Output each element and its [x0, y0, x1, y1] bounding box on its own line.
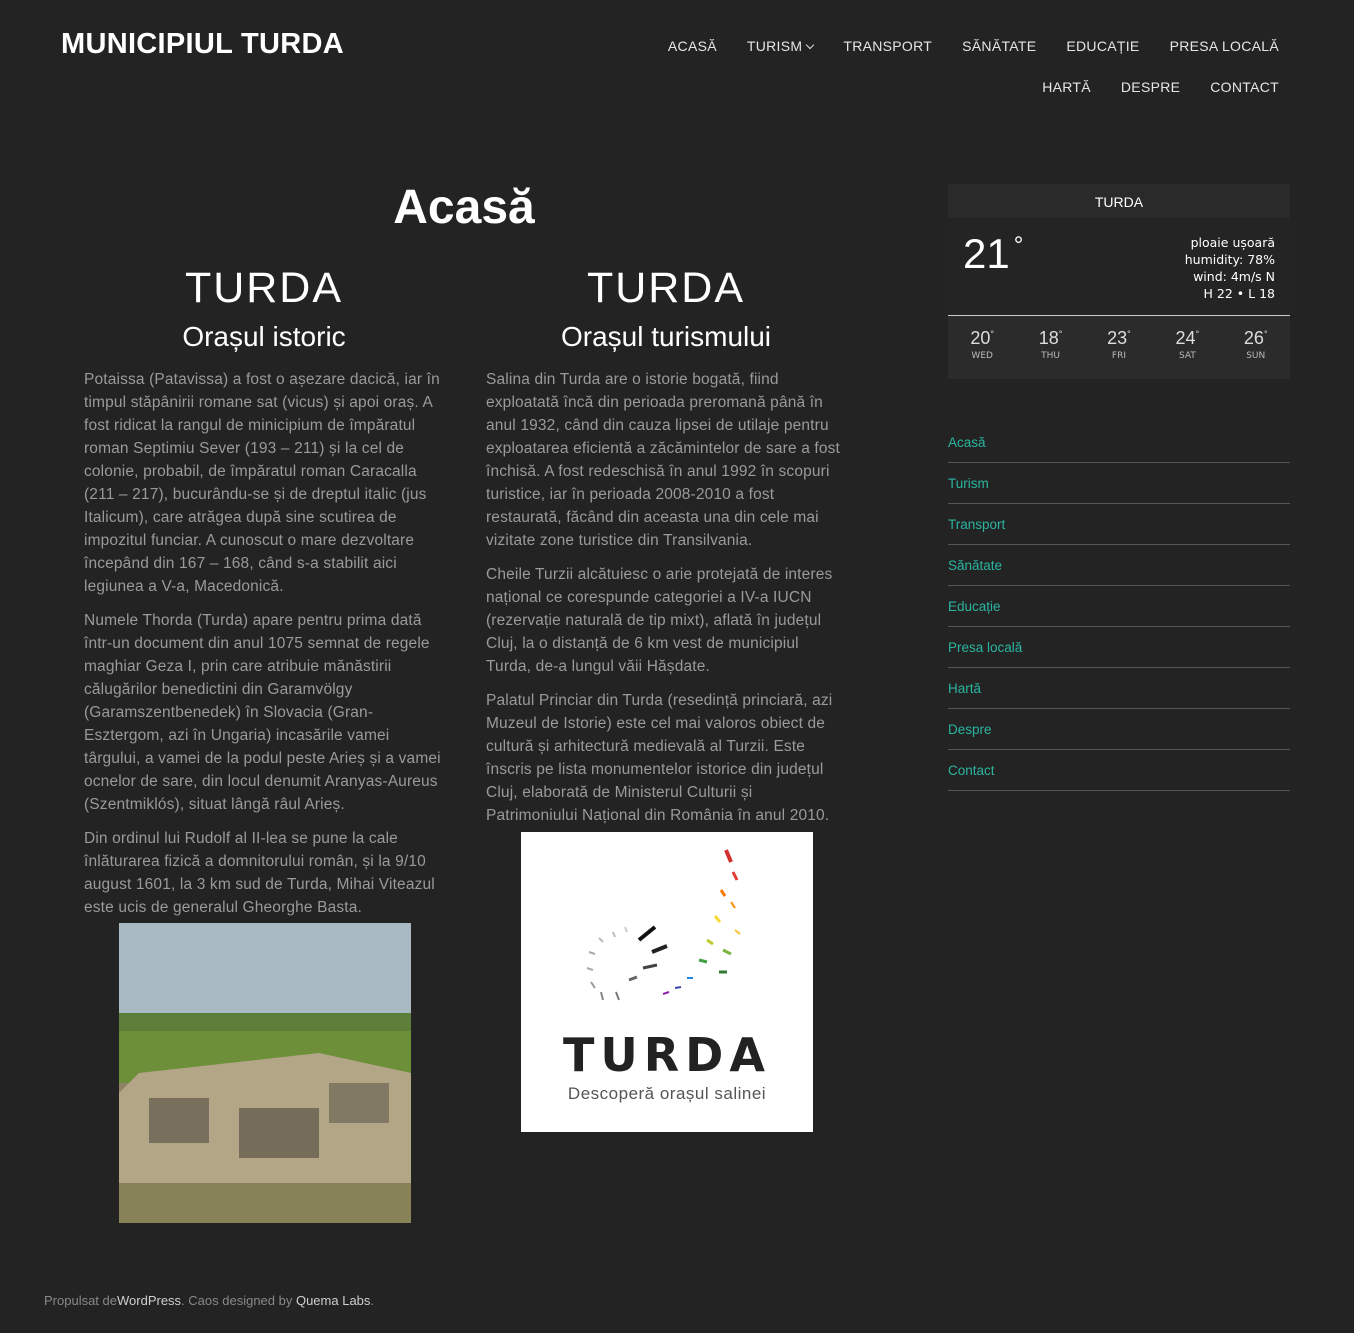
sidebar-item-transport[interactable]: Transport [948, 504, 1290, 545]
nav-item-presa-locala[interactable]: PRESA LOCALĂ [1170, 38, 1279, 54]
forecast-day-name: FRI [1111, 351, 1127, 361]
turda-logo: TURDA Descoperă orașul salinei [521, 832, 813, 1132]
degree-symbol: ° [1013, 232, 1024, 259]
nav-item-turism-label: TURISM [746, 38, 803, 54]
column-subheading: Orașul turismului [560, 321, 772, 352]
footer-prefix: Propulsat de [44, 1293, 117, 1308]
degree-symbol: ° [1127, 329, 1131, 339]
nav-item-despre[interactable]: DESPRE [1121, 79, 1180, 95]
forecast-temp: 20 [970, 328, 991, 348]
forecast-day-name: THU [1041, 351, 1060, 361]
forecast-temp: 23 [1107, 328, 1128, 348]
paragraph: Salina din Turda are o istorie bogată, f… [486, 371, 841, 549]
nav-item-harta[interactable]: HARTĂ [1042, 79, 1091, 95]
weather-current: 21 ° ploaie ușoară humidity: 78% wind: 4m… [948, 218, 1290, 316]
sidebar-menu: Acasă Turism Transport Sănătate Educație… [948, 422, 1290, 791]
sidebar-item-acasa[interactable]: Acasă [948, 422, 1290, 463]
quema-labs-link[interactable]: Quema Labs [296, 1293, 370, 1308]
forecast-day: 26° SUN [1231, 328, 1281, 361]
logo-graphic [586, 849, 741, 1001]
nav-row-secondary: HARTĂ DESPRE CONTACT [579, 79, 1279, 95]
sidebar-item-despre[interactable]: Despre [948, 709, 1290, 750]
paragraph: Potaissa (Patavissa) a fost o așezare da… [84, 371, 440, 595]
weather-description: ploaie ușoară [1190, 235, 1275, 250]
forecast-temp: 24 [1175, 328, 1196, 348]
paragraph: Numele Thorda (Turda) apare pentru prima… [84, 612, 441, 813]
forecast-day: 18° THU [1026, 328, 1076, 361]
paragraph: Din ordinul lui Rudolf al II-lea se pune… [84, 830, 435, 916]
forecast-day: 24° SAT [1162, 328, 1212, 361]
weather-widget: TURDA 21 ° ploaie ușoară humidity: 78% wi… [948, 184, 1290, 379]
paragraph: Cheile Turzii alcătuiesc o arie protejat… [486, 566, 833, 675]
column-historic: TURDA Orașul istoric Potaissa (Patavissa… [84, 262, 444, 930]
footer-suffix: . [370, 1293, 375, 1308]
weather-temp-value: 21 [963, 230, 1010, 277]
footer-credit: . Caos designed by [181, 1293, 296, 1308]
nav-item-turism[interactable]: TURISM [746, 38, 815, 54]
sidebar-item-presa-locala[interactable]: Presa locală [948, 627, 1290, 668]
degree-symbol: ° [1058, 329, 1063, 339]
forecast-day-name: SAT [1178, 351, 1196, 361]
weather-temperature: 21 ° [963, 230, 1023, 278]
weather-city: TURDA [948, 184, 1290, 218]
site-title[interactable]: MUNICIPIUL TURDA [61, 28, 344, 61]
potaissa-ruins-photo [119, 923, 411, 1223]
degree-symbol: ° [1263, 329, 1268, 339]
sidebar-item-turism[interactable]: Turism [948, 463, 1290, 504]
column-heading: TURDA [184, 264, 344, 312]
chevron-down-icon [806, 40, 815, 50]
page-title: Acasă [393, 181, 535, 234]
sidebar-item-harta[interactable]: Hartă [948, 668, 1290, 709]
nav-item-sanatate[interactable]: SĂNĂTATE [962, 38, 1036, 54]
sidebar-item-sanatate[interactable]: Sănătate [948, 545, 1290, 586]
degree-symbol: ° [990, 329, 994, 339]
forecast-day: 20° WED [957, 328, 1007, 361]
main-nav: ACASĂ TURISM TRANSPORT SĂNĂTATE EDUCAȚIE… [579, 38, 1279, 120]
forecast-day-name: WED [971, 351, 993, 361]
forecast-temp: 18 [1038, 328, 1059, 348]
nav-item-acasa[interactable]: ACASĂ [668, 38, 717, 54]
column-heading: TURDA [586, 264, 746, 312]
degree-symbol: ° [1195, 329, 1200, 339]
weather-high-low: H 22 • L 18 [1203, 286, 1275, 301]
paragraph: Palatul Princiar din Turda (resedință pr… [486, 692, 833, 824]
logo-tagline: Descoperă orașul salinei [567, 1084, 767, 1103]
nav-row-primary: ACASĂ TURISM TRANSPORT SĂNĂTATE EDUCAȚIE… [579, 38, 1279, 54]
ruins-illustration [119, 923, 411, 1223]
column-subheading: Orașul istoric [182, 321, 346, 352]
sidebar-item-educatie[interactable]: Educație [948, 586, 1290, 627]
column-tourism: TURDA Orașul turismului Salina din Turda… [486, 262, 846, 838]
weather-humidity: humidity: 78% [1184, 252, 1275, 267]
footer: Propulsat deWordPress. Caos designed by … [44, 1293, 374, 1308]
nav-item-transport[interactable]: TRANSPORT [843, 38, 932, 54]
weather-details: ploaie ușoară humidity: 78% wind: 4m/s N… [1185, 234, 1275, 302]
logo-text: TURDA [563, 1028, 771, 1082]
nav-item-contact[interactable]: CONTACT [1210, 79, 1279, 95]
nav-item-educatie[interactable]: EDUCAȚIE [1066, 38, 1139, 54]
forecast-day-name: SUN [1246, 351, 1266, 361]
weather-forecast: 20° WED 18° THU 23° FRI 24° SAT 26° SUN [948, 316, 1290, 361]
wordpress-link[interactable]: WordPress [117, 1293, 181, 1308]
weather-wind: wind: 4m/s N [1193, 269, 1275, 284]
sidebar-item-contact[interactable]: Contact [948, 750, 1290, 791]
forecast-temp: 26 [1243, 328, 1264, 348]
forecast-day: 23° FRI [1094, 328, 1144, 361]
